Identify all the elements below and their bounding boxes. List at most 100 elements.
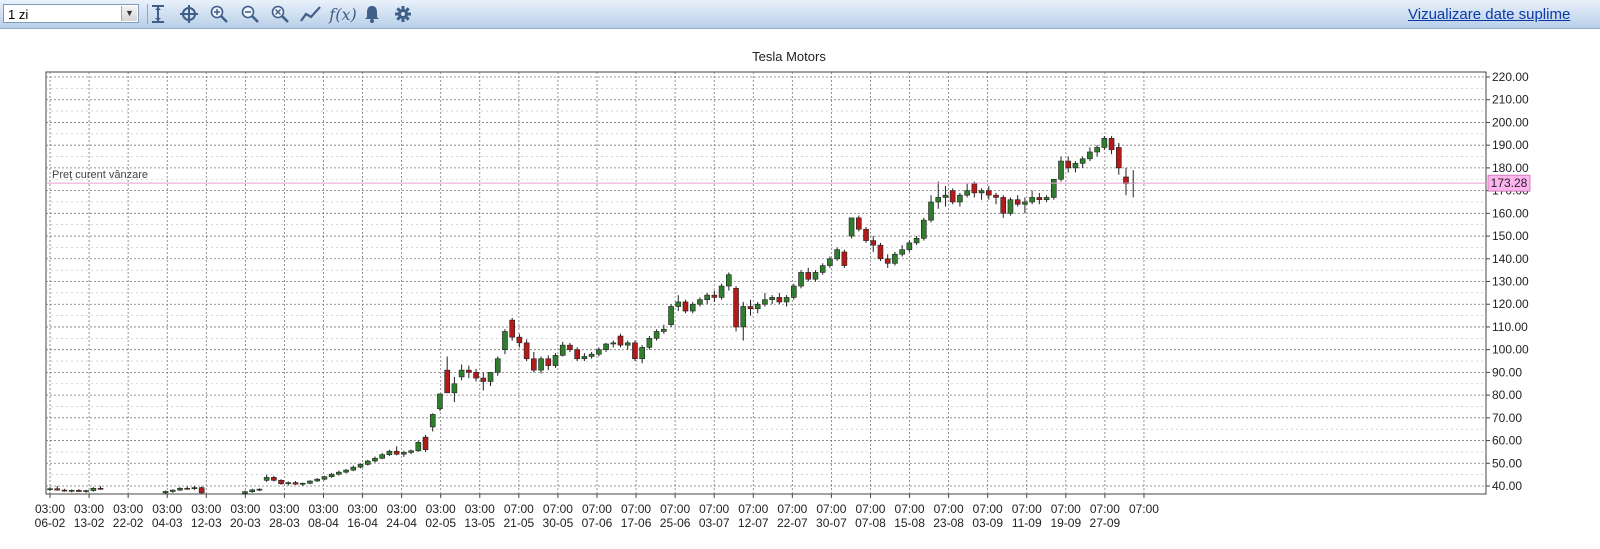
candle-body	[538, 358, 544, 371]
y-tick-label: 140.00	[1492, 252, 1529, 266]
candle-body	[357, 464, 364, 468]
candle-body	[473, 372, 479, 379]
candle-body	[191, 487, 198, 490]
y-tick-label: 190.00	[1492, 138, 1529, 152]
candle-body	[47, 488, 53, 491]
y-tick-label: 130.00	[1492, 275, 1529, 289]
y-tick-label: 180.00	[1492, 161, 1529, 175]
x-tick-date-label: 22-02	[113, 516, 144, 530]
candle-body	[343, 469, 349, 473]
candle-body	[668, 306, 674, 325]
x-tick-time-label: 07:00	[1051, 502, 1081, 516]
x-tick-time-label: 03:00	[308, 502, 338, 516]
candle-body	[1007, 199, 1014, 214]
candle-body	[726, 274, 732, 287]
candle-body	[271, 477, 277, 481]
x-tick-date-label: 24-04	[386, 516, 417, 530]
candle-body	[892, 253, 898, 264]
y-tick-label: 110.00	[1492, 320, 1528, 334]
x-tick-time-label: 07:00	[504, 502, 534, 516]
candle-body	[877, 244, 884, 260]
x-tick-date-label: 12-07	[738, 516, 769, 530]
x-tick-time-label: 03:00	[465, 502, 495, 516]
candle-body	[285, 482, 292, 485]
candle-body	[523, 342, 530, 360]
candle-body	[1058, 160, 1064, 180]
candle-body	[588, 353, 595, 357]
candle-body	[401, 452, 407, 455]
candle-body	[581, 356, 588, 360]
plot-area	[45, 71, 1487, 495]
candle-body	[1108, 138, 1115, 151]
candle-body	[632, 342, 638, 360]
x-tick-date-label: 30-05	[543, 516, 574, 530]
y-tick-label: 40.00	[1492, 479, 1522, 493]
candle-body	[783, 297, 790, 303]
candle-body	[827, 258, 833, 266]
candle-body	[97, 487, 104, 490]
candle-body	[184, 487, 191, 490]
y-tick-label: 160.00	[1492, 206, 1529, 220]
x-tick-time-label: 07:00	[1012, 502, 1042, 516]
candle-body	[884, 258, 891, 264]
candle-body	[834, 249, 840, 260]
candle-body	[1050, 178, 1057, 198]
candle-body	[451, 383, 458, 394]
candle-body	[408, 450, 414, 453]
y-tick-label: 60.00	[1492, 434, 1522, 448]
candle-body	[386, 450, 393, 455]
x-tick-date-label: 22-07	[777, 516, 808, 530]
x-tick-time-label: 07:00	[895, 502, 925, 516]
candle-body	[61, 489, 68, 492]
candle-body	[639, 347, 645, 360]
candle-body	[740, 306, 747, 328]
candle-body	[798, 272, 804, 287]
candle-body	[321, 476, 328, 480]
candle-body	[393, 450, 400, 455]
y-tick-label: 100.00	[1492, 343, 1529, 357]
candle-body	[819, 265, 826, 273]
x-tick-time-label: 03:00	[191, 502, 221, 516]
candle-body	[256, 488, 263, 491]
candle-body	[1087, 151, 1093, 160]
candle-body	[985, 190, 992, 196]
candle-body	[429, 414, 436, 428]
candle-body	[993, 194, 999, 198]
candle-body	[1101, 138, 1108, 148]
candle-body	[949, 190, 956, 203]
candle-body	[68, 490, 75, 492]
candle-body	[458, 369, 465, 378]
x-tick-date-label: 07-08	[855, 516, 886, 530]
candle-body	[531, 358, 537, 371]
candle-body	[603, 343, 609, 350]
x-tick-date-label: 13-02	[74, 516, 105, 530]
candle-body	[812, 272, 819, 280]
x-tick-date-label: 15-08	[894, 516, 925, 530]
y-tick-label: 70.00	[1492, 411, 1522, 425]
candle-body	[169, 489, 176, 492]
candle-body	[336, 471, 342, 475]
candle-body	[928, 201, 934, 221]
x-tick-time-label: 07:00	[699, 502, 729, 516]
x-tick-date-label: 02-05	[425, 516, 456, 530]
candle-body	[552, 355, 559, 366]
candle-body	[863, 228, 869, 241]
candle-body	[278, 480, 284, 485]
candle-body	[1029, 197, 1035, 203]
candle-body	[487, 372, 494, 382]
candle-body	[718, 285, 725, 298]
x-tick-date-label: 08-04	[308, 516, 339, 530]
x-tick-time-label: 03:00	[348, 502, 378, 516]
candle-body	[848, 217, 855, 237]
candle-body	[242, 491, 248, 494]
candle-body	[1036, 197, 1043, 201]
candle-body	[1043, 197, 1050, 201]
candle-body	[689, 303, 696, 312]
x-tick-time-label: 07:00	[855, 502, 885, 516]
candle-body	[971, 183, 978, 194]
candle-body	[567, 344, 573, 350]
x-tick-time-label: 07:00	[660, 502, 690, 516]
x-tick-time-label: 07:00	[543, 502, 573, 516]
candle-body	[596, 349, 602, 355]
candle-body	[805, 272, 812, 280]
